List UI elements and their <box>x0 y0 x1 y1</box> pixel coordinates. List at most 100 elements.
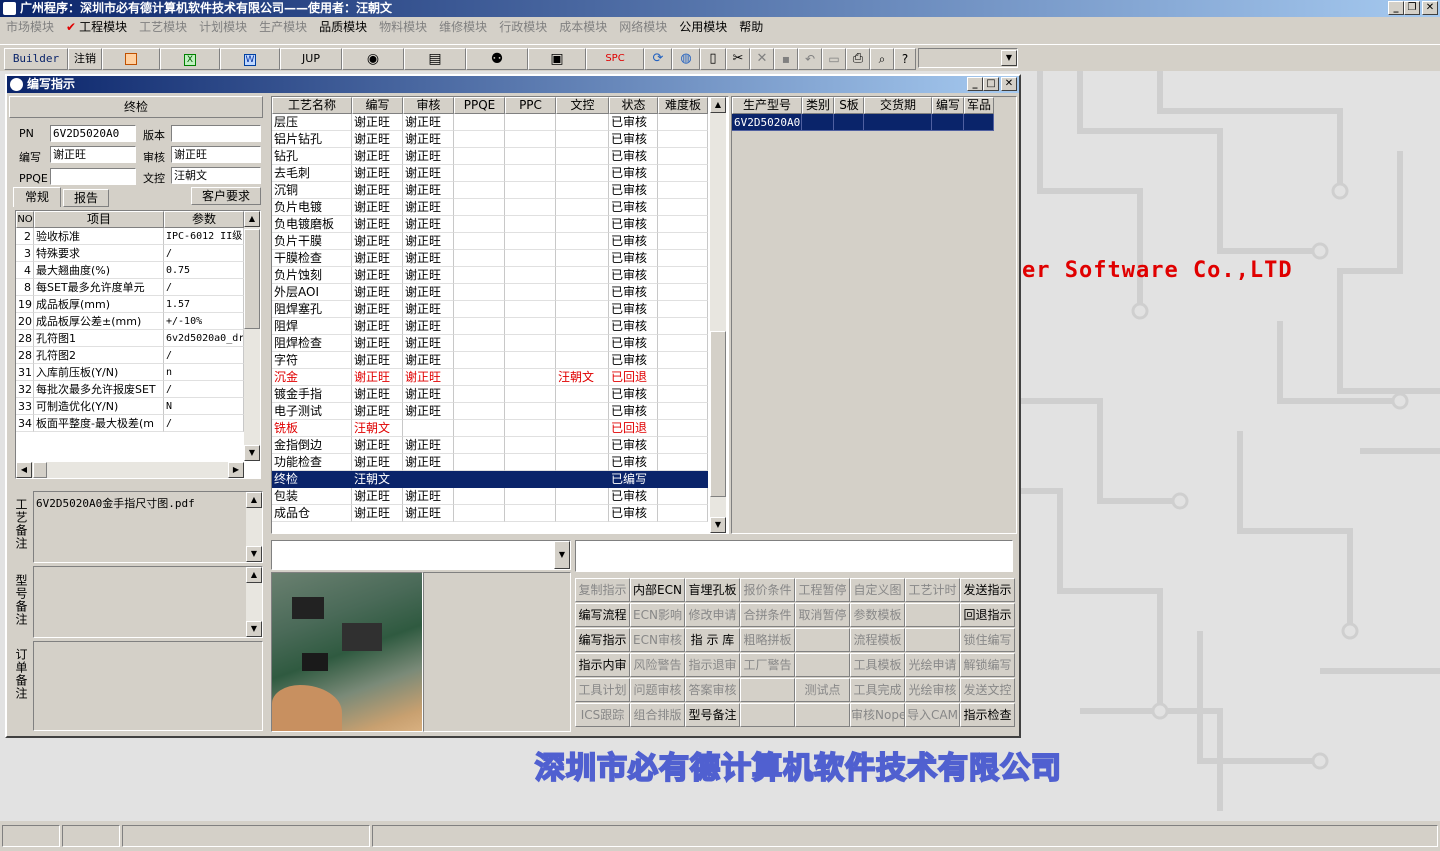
print-icon[interactable]: ⎙ <box>846 48 870 70</box>
action-button[interactable]: 粗略拼板 <box>740 628 795 652</box>
param-vscroll[interactable]: ▲ ▼ <box>244 211 260 461</box>
action-button[interactable] <box>795 628 850 652</box>
menu-item[interactable]: 物料模块 <box>373 17 433 37</box>
pn-field[interactable]: 6V2D5020A0 <box>50 125 136 142</box>
process-row[interactable]: 成品仓 谢正旺 谢正旺 已审核 <box>272 505 708 522</box>
action-button[interactable]: 工艺计时 <box>905 578 960 602</box>
action-button[interactable]: 回退指示 <box>960 603 1015 627</box>
process-row[interactable]: 电子测试 谢正旺 谢正旺 已审核 <box>272 403 708 420</box>
process-row[interactable]: 外层AOI 谢正旺 谢正旺 已审核 <box>272 284 708 301</box>
action-button[interactable]: 编写指示 <box>575 628 630 652</box>
action-button[interactable] <box>905 628 960 652</box>
scroll-up-icon[interactable]: ▲ <box>244 211 260 227</box>
users-icon[interactable]: ⚉ <box>466 48 528 70</box>
process-row[interactable]: 沉铜 谢正旺 谢正旺 已审核 <box>272 182 708 199</box>
database-icon[interactable]: ▤ <box>404 48 466 70</box>
process-header-cell[interactable]: PPC <box>505 97 556 114</box>
writer-field[interactable]: 谢正旺 <box>50 146 136 163</box>
cut-icon[interactable]: ✂ <box>726 48 750 70</box>
action-button[interactable]: 型号备注 <box>685 703 740 727</box>
process-row[interactable]: 铣板 汪朝文 已回退 <box>272 420 708 437</box>
tab-general[interactable]: 常规 <box>13 187 61 207</box>
param-hscroll[interactable]: ◀ ▶ <box>16 462 244 478</box>
process-header-cell[interactable]: 文控 <box>556 97 609 114</box>
tab-customer-requirements[interactable]: 客户要求 <box>191 187 261 205</box>
action-button[interactable]: 发送指示 <box>960 578 1015 602</box>
menu-item[interactable]: 工艺模块 <box>133 17 193 37</box>
new-document-icon[interactable]: ▯ <box>700 48 726 70</box>
process-header-cell[interactable]: 编写 <box>352 97 403 114</box>
param-row[interactable]: 4 最大翘曲度(%) 0.75 <box>16 262 244 279</box>
process-header-cell[interactable]: PPQE <box>454 97 505 114</box>
action-button[interactable] <box>905 603 960 627</box>
action-button[interactable]: 自定义图 <box>850 578 905 602</box>
action-button[interactable]: ECN审核 <box>630 628 685 652</box>
action-button[interactable]: 参数模板 <box>850 603 905 627</box>
printer-device-icon[interactable]: ▣ <box>528 48 586 70</box>
process-header-cell[interactable]: 难度板 <box>658 97 708 114</box>
action-button[interactable]: 内部ECN <box>630 578 685 602</box>
process-row[interactable]: 层压 谢正旺 谢正旺 已审核 <box>272 114 708 131</box>
toolbar-combo[interactable]: ▼ <box>918 48 1018 68</box>
reviewer-field[interactable]: 谢正旺 <box>171 146 261 163</box>
action-button[interactable]: 光绘审核 <box>905 678 960 702</box>
child-minimize-button[interactable]: _ <box>967 77 983 91</box>
scroll-down-icon[interactable]: ▼ <box>710 517 726 533</box>
action-button[interactable] <box>795 653 850 677</box>
model-row[interactable]: 6V2D5020A0 <box>732 114 994 131</box>
powerpoint-icon[interactable] <box>102 48 160 70</box>
scroll-left-icon[interactable]: ◀ <box>16 462 32 478</box>
ppqe-field[interactable] <box>50 168 136 185</box>
menu-item[interactable]: 维修模块 <box>433 17 493 37</box>
action-button[interactable]: 编写流程 <box>575 603 630 627</box>
command-input[interactable] <box>575 540 1013 572</box>
process-row[interactable]: 负片蚀刻 谢正旺 谢正旺 已审核 <box>272 267 708 284</box>
menu-item[interactable]: 网络模块 <box>613 17 673 37</box>
action-button[interactable]: 复制指示 <box>575 578 630 602</box>
action-button[interactable]: 解锁编写 <box>960 653 1015 677</box>
process-note-box[interactable]: 6V2D5020A0金手指尺寸图.pdf ▲ ▼ <box>33 491 263 563</box>
action-button[interactable] <box>740 678 795 702</box>
param-row[interactable]: 28 孔符图2/ <box>16 347 244 364</box>
model-note-scroll[interactable]: ▲ ▼ <box>246 567 262 637</box>
action-button[interactable]: 取消暂停 <box>795 603 850 627</box>
menu-item[interactable]: 生产模块 <box>253 17 313 37</box>
process-row[interactable]: 阻焊检查 谢正旺 谢正旺 已审核 <box>272 335 708 352</box>
scroll-right-icon[interactable]: ▶ <box>228 462 244 478</box>
chevron-down-icon[interactable]: ▼ <box>1001 50 1017 66</box>
model-header-cell[interactable]: 交货期 <box>864 97 932 114</box>
action-button[interactable]: 光绘申请 <box>905 653 960 677</box>
model-header-cell[interactable]: 编写 <box>932 97 964 114</box>
process-row[interactable]: 镀金手指 谢正旺 谢正旺 已审核 <box>272 386 708 403</box>
param-row[interactable]: 28 孔符图1 6v2d5020a0_dr <box>16 330 244 347</box>
action-button[interactable]: 答案审核 <box>685 678 740 702</box>
chevron-down-icon[interactable]: ▼ <box>554 541 570 569</box>
process-header-cell[interactable]: 工艺名称 <box>272 97 352 114</box>
process-search-combo[interactable]: ▼ <box>271 540 571 570</box>
process-row[interactable]: 干膜检查 谢正旺 谢正旺 已审核 <box>272 250 708 267</box>
menu-item[interactable]: 行政模块 <box>493 17 553 37</box>
scroll-up-icon[interactable]: ▲ <box>246 492 262 508</box>
process-row[interactable]: 阻焊 谢正旺 谢正旺 已审核 <box>272 318 708 335</box>
process-row[interactable]: 钻孔 谢正旺 谢正旺 已审核 <box>272 148 708 165</box>
action-button[interactable]: 报价条件 <box>740 578 795 602</box>
action-button[interactable]: 工具模板 <box>850 653 905 677</box>
param-vscroll-thumb[interactable] <box>244 229 260 329</box>
child-close-button[interactable]: ✕ <box>1001 77 1017 91</box>
process-row[interactable]: 负片干膜 谢正旺 谢正旺 已审核 <box>272 233 708 250</box>
process-row[interactable]: 包装 谢正旺 谢正旺 已审核 <box>272 488 708 505</box>
process-row[interactable]: 金指倒边 谢正旺 谢正旺 已审核 <box>272 437 708 454</box>
action-button[interactable]: 锁住编写 <box>960 628 1015 652</box>
scroll-up-icon[interactable]: ▲ <box>710 97 726 113</box>
menu-item[interactable]: 计划模块 <box>193 17 253 37</box>
action-button[interactable]: 流程模板 <box>850 628 905 652</box>
word-icon[interactable]: W <box>220 48 280 70</box>
process-row[interactable]: 字符 谢正旺 谢正旺 已审核 <box>272 352 708 369</box>
param-row[interactable]: 32 每批次最多允许报废SET / <box>16 381 244 398</box>
process-row[interactable]: 铝片钻孔 谢正旺 谢正旺 已审核 <box>272 131 708 148</box>
action-button[interactable]: 问题审核 <box>630 678 685 702</box>
refresh-icon[interactable]: ⟳ <box>644 48 672 70</box>
action-button[interactable]: 工厂警告 <box>740 653 795 677</box>
scroll-down-icon[interactable]: ▼ <box>244 445 260 461</box>
version-field[interactable] <box>171 125 261 142</box>
